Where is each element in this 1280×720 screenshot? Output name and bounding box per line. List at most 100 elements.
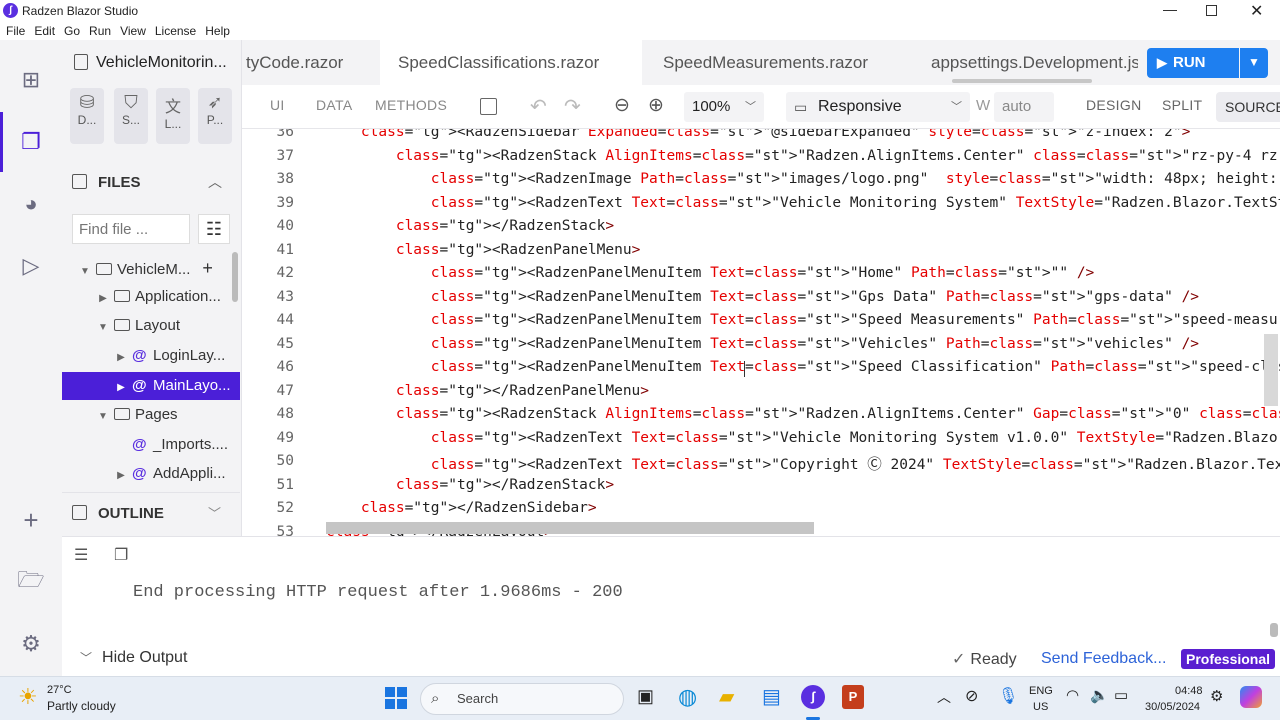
menu-edit[interactable]: Edit (34, 24, 55, 38)
minimize-button[interactable]: — (1163, 1, 1177, 17)
chevron-down-icon: ▼ (98, 322, 108, 333)
weather-desc[interactable]: Partly cloudy (47, 699, 116, 713)
close-window-button[interactable]: ✕ (1250, 1, 1263, 21)
chevron-up-icon[interactable]: ︿ (937, 687, 951, 707)
project-copy-icon (74, 54, 88, 70)
collapse-files-icon[interactable]: ︿ (208, 172, 222, 192)
editor-v-scrollbar[interactable] (1264, 334, 1278, 406)
tabs-scrollbar[interactable] (952, 79, 1092, 83)
menu-file[interactable]: File (6, 24, 25, 38)
quick-publish[interactable]: ➶ P... (198, 88, 232, 144)
outline-icon (72, 505, 87, 520)
methods-tab[interactable]: METHODS (375, 97, 447, 113)
data-tab[interactable]: DATA (316, 97, 352, 113)
menu-license[interactable]: License (155, 24, 196, 38)
wifi-icon[interactable]: ◠ (1066, 686, 1079, 704)
tree-item-loginlayout[interactable]: ▶ @ LoginLay... (62, 342, 240, 370)
taskbar-search[interactable]: ⌕ Search (420, 683, 624, 715)
tab-tycode[interactable]: tyCode.razor (242, 40, 378, 85)
code-line: class="tg"><RadzenPanelMenuItem Text=cla… (430, 288, 1200, 305)
add-file-icon[interactable]: + (202, 258, 213, 278)
microphone-icon[interactable]: 🎙 (998, 686, 1018, 706)
code-line: class="tg"><RadzenText Text=class="st">"… (430, 429, 1280, 446)
zoom-out-icon[interactable]: ⊖ (614, 94, 630, 117)
menu-help[interactable]: Help (205, 24, 230, 38)
send-feedback-link[interactable]: Send Feedback... (1041, 650, 1166, 668)
files-icon (72, 174, 87, 189)
tree-item-project[interactable]: ▼ VehicleM... + (62, 254, 240, 282)
redo-icon[interactable]: ↷ (564, 94, 581, 119)
windows-taskbar: ☀ 27°C Partly cloudy ⌕ Search ▣ ◍ ▰ ▤ ʃ P… (0, 676, 1280, 720)
battery-icon[interactable]: ▭ (1114, 686, 1128, 704)
split-mode-button[interactable]: SPLIT (1162, 97, 1202, 113)
undo-icon[interactable]: ↶ (530, 94, 547, 119)
tree-item-imports[interactable]: @ _Imports.... (62, 431, 240, 459)
run-button[interactable]: ▶ RUN (1147, 48, 1239, 78)
notification-icon[interactable]: ⚙ (1210, 687, 1223, 705)
output-scrollbar[interactable] (1270, 623, 1278, 637)
outline-panel-header[interactable]: OUTLINE ﹀ (62, 492, 240, 532)
tree-options-icon[interactable]: ☷ (198, 214, 230, 244)
source-mode-button[interactable]: SOURCE (1216, 92, 1280, 122)
editor-h-scrollbar[interactable] (326, 522, 814, 534)
palette-icon[interactable]: ◕ (15, 188, 47, 220)
responsive-select[interactable]: ▭ Responsive ﹀ (786, 92, 970, 122)
line-number: 43 (276, 288, 294, 305)
menu-go[interactable]: Go (64, 24, 80, 38)
files-header[interactable]: FILES (98, 174, 141, 191)
project-name[interactable]: VehicleMonitorin... (96, 54, 227, 72)
settings-gear-icon[interactable]: ⚙ (15, 628, 47, 660)
volume-icon[interactable]: 🔈 (1090, 686, 1109, 704)
code-editor[interactable]: 36 class="tg"><RadzenSidebar Expanded=cl… (242, 129, 1280, 536)
tree-item-pages[interactable]: ▼ Pages (62, 401, 240, 429)
clear-output-icon[interactable]: ☰ (74, 545, 88, 565)
weather-temp[interactable]: 27°C (47, 684, 72, 696)
file-explorer-icon[interactable]: ▰ (719, 684, 734, 709)
copy-output-icon[interactable]: ❐ (114, 545, 128, 565)
tree-item-mainlayout[interactable]: ▶ @ MainLayo... (62, 372, 240, 400)
find-file-input[interactable] (72, 214, 190, 244)
folder-open-icon[interactable]: 🗁 (15, 566, 47, 598)
tree-item-application[interactable]: ▶ Application... (62, 283, 240, 311)
tab-speedclassifications[interactable]: SpeedClassifications.razor (380, 40, 642, 85)
maximize-button[interactable] (1206, 5, 1217, 16)
save-icon[interactable] (480, 98, 497, 115)
tree-scrollbar[interactable] (232, 252, 238, 302)
line-number: 36 (276, 129, 294, 140)
start-button[interactable] (385, 687, 407, 709)
powerpoint-icon[interactable]: P (842, 685, 864, 709)
menu-view[interactable]: View (120, 24, 146, 38)
new-item-icon[interactable]: ⊞ (15, 64, 47, 96)
zoom-select[interactable]: 100% ﹀ (684, 92, 764, 122)
menu-run[interactable]: Run (89, 24, 111, 38)
copilot-icon[interactable] (1240, 686, 1262, 708)
tree-item-layout[interactable]: ▼ Layout (62, 312, 240, 340)
clock-time[interactable]: 04:48 (1175, 685, 1203, 697)
check-icon: ✓ (952, 651, 966, 668)
language-eng[interactable]: ENG (1029, 685, 1053, 697)
quick-data[interactable]: ⛁ D... (70, 88, 104, 144)
hide-output-button[interactable]: ﹀ Hide Output (80, 649, 187, 667)
edge-icon[interactable]: ◍ (678, 684, 697, 710)
output-log-line: End processing HTTP request after 1.9686… (133, 583, 623, 602)
design-mode-button[interactable]: DESIGN (1086, 97, 1141, 113)
explorer-icon[interactable]: ❐ (15, 126, 47, 158)
tree-item-addapplication[interactable]: ▶ @ AddAppli... (62, 460, 240, 488)
add-icon[interactable]: + (15, 504, 47, 536)
task-view-icon[interactable]: ▣ (637, 686, 654, 707)
quick-localization[interactable]: 文 L... (156, 88, 190, 144)
clock-date[interactable]: 30/05/2024 (1145, 701, 1200, 713)
tab-speedmeasurements[interactable]: SpeedMeasurements.razor (644, 40, 908, 85)
language-us[interactable]: US (1033, 701, 1048, 713)
debug-icon[interactable]: ▷ (15, 250, 47, 282)
code-line: class="tg"><RadzenText Text=class="st">"… (430, 194, 1280, 211)
zoom-in-icon[interactable]: ⊕ (648, 94, 664, 117)
radzen-taskbar-icon[interactable]: ʃ (801, 685, 825, 709)
network-off-icon[interactable]: ⊘ (965, 686, 978, 706)
quick-security[interactable]: ⛉ S... (114, 88, 148, 144)
ui-tab[interactable]: UI (270, 97, 285, 113)
width-input[interactable]: auto (994, 92, 1054, 122)
app-logo-icon: ʃ (3, 3, 18, 18)
store-icon[interactable]: ▤ (762, 684, 781, 709)
run-options-button[interactable]: ▼ (1240, 48, 1268, 78)
